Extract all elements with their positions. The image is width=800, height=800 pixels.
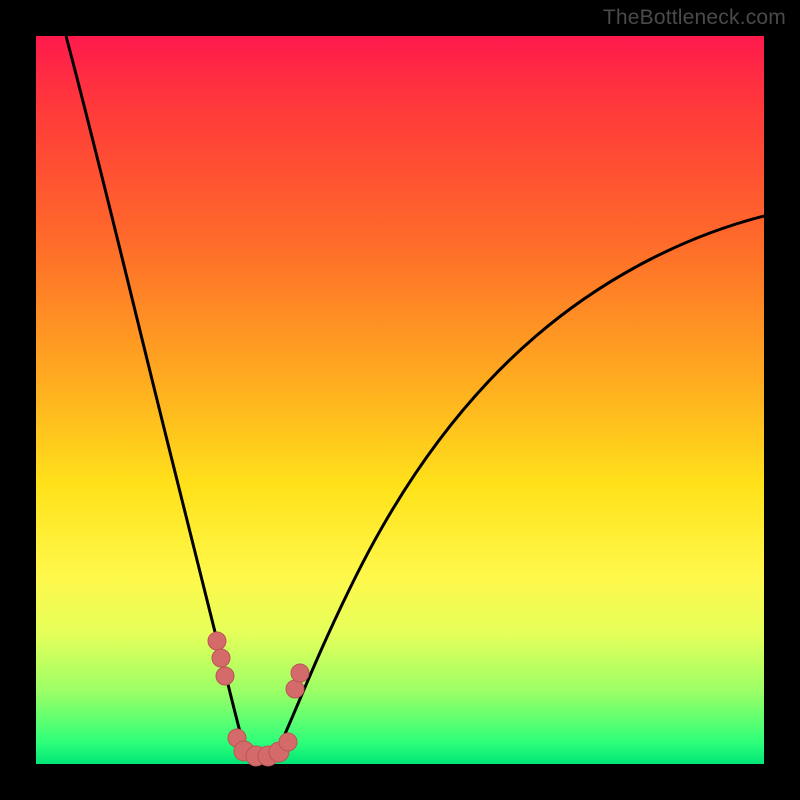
marker-dot xyxy=(286,680,304,698)
marker-dot xyxy=(212,649,230,667)
marker-group xyxy=(208,632,309,766)
plot-area xyxy=(36,36,764,764)
marker-dot xyxy=(208,632,226,650)
right-branch-curve xyxy=(276,216,764,754)
marker-dot xyxy=(216,667,234,685)
chart-frame: TheBottleneck.com xyxy=(0,0,800,800)
curve-layer xyxy=(36,36,764,764)
marker-dot xyxy=(279,733,297,751)
watermark-text: TheBottleneck.com xyxy=(603,6,786,30)
marker-dot xyxy=(291,664,309,682)
